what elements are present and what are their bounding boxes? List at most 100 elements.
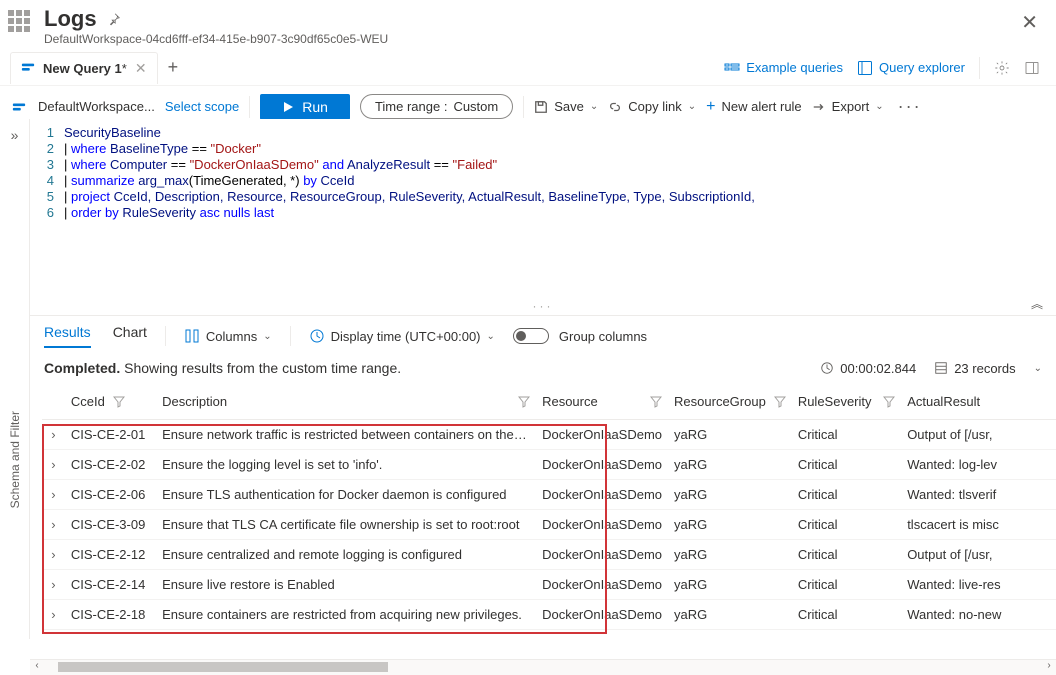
columns-button[interactable]: Columns⌄ xyxy=(184,328,272,344)
settings-icon[interactable] xyxy=(994,60,1010,76)
query-tab-active[interactable]: New Query 1* ✕ xyxy=(10,52,158,84)
filter-icon[interactable] xyxy=(883,396,895,408)
results-toolbar: Results Chart Columns⌄ Display time (UTC… xyxy=(30,315,1056,352)
filter-icon[interactable] xyxy=(650,396,662,408)
example-queries-link[interactable]: Example queries xyxy=(724,60,843,76)
export-button[interactable]: Export⌄ xyxy=(812,99,884,114)
scope-name: DefaultWorkspace... xyxy=(38,99,155,114)
th-resource[interactable]: Resource xyxy=(542,394,598,409)
pin-icon[interactable] xyxy=(107,12,121,26)
results-chevron-icon[interactable]: ⌄ xyxy=(1034,363,1042,374)
cell-resourcegroup: yaRG xyxy=(668,540,792,570)
query-editor[interactable]: 1SecurityBaseline 2| where BaselineType … xyxy=(30,119,1056,295)
cell-actualresult: Wanted: log-lev xyxy=(901,450,1056,480)
cell-resource: DockerOnIaaSDemo xyxy=(536,480,668,510)
cell-cceid: CIS-CE-2-12 xyxy=(65,540,156,570)
cell-resource: DockerOnIaaSDemo xyxy=(536,600,668,630)
horizontal-scrollbar[interactable]: ‹› xyxy=(30,659,1056,675)
cell-description: Ensure live restore is Enabled xyxy=(156,570,536,600)
results-tab[interactable]: Results xyxy=(44,324,91,348)
close-tab-icon[interactable]: ✕ xyxy=(135,60,147,77)
more-actions-button[interactable]: ··· xyxy=(894,96,926,117)
table-row[interactable]: ›CIS-CE-2-06Ensure TLS authentication fo… xyxy=(42,480,1056,510)
table-row[interactable]: ›CIS-CE-2-01Ensure network traffic is re… xyxy=(42,420,1056,450)
collapse-editor-icon[interactable]: ︽ xyxy=(1031,295,1046,312)
expand-row-icon[interactable]: › xyxy=(42,510,65,540)
add-tab-button[interactable]: + xyxy=(158,57,189,78)
cell-resourcegroup: yaRG xyxy=(668,450,792,480)
copy-link-button[interactable]: Copy link⌄ xyxy=(608,99,696,114)
elapsed-time: 00:00:02.844 xyxy=(840,361,916,376)
cell-cceid: CIS-CE-2-02 xyxy=(65,450,156,480)
cell-actualresult: Output of [/usr, xyxy=(901,420,1056,450)
close-icon[interactable]: ✕ xyxy=(1021,6,1044,35)
cell-cceid: CIS-CE-3-09 xyxy=(65,510,156,540)
resize-handle[interactable]: ··· ︽ xyxy=(30,295,1056,315)
display-time-picker[interactable]: Display time (UTC+00:00)⌄ xyxy=(309,328,495,344)
cell-resourcegroup: yaRG xyxy=(668,420,792,450)
results-table: CceId Description Resource ResourceGroup… xyxy=(42,384,1056,630)
cell-cceid: CIS-CE-2-06 xyxy=(65,480,156,510)
table-row[interactable]: ›CIS-CE-2-02Ensure the logging level is … xyxy=(42,450,1056,480)
expand-row-icon[interactable]: › xyxy=(42,600,65,630)
cell-ruleseverity: Critical xyxy=(792,510,901,540)
filter-icon[interactable] xyxy=(518,396,530,408)
expand-row-icon[interactable]: › xyxy=(42,540,65,570)
table-row[interactable]: ›CIS-CE-2-12Ensure centralized and remot… xyxy=(42,540,1056,570)
group-columns-label: Group columns xyxy=(559,329,647,344)
header-bar: Logs DefaultWorkspace-04cd6fff-ef34-415e… xyxy=(0,0,1056,50)
query-explorer-link[interactable]: Query explorer xyxy=(857,60,965,76)
cell-resource: DockerOnIaaSDemo xyxy=(536,570,668,600)
cell-resourcegroup: yaRG xyxy=(668,480,792,510)
cell-resourcegroup: yaRG xyxy=(668,570,792,600)
table-row[interactable]: ›CIS-CE-2-18Ensure containers are restri… xyxy=(42,600,1056,630)
th-cceid[interactable]: CceId xyxy=(71,394,105,409)
main-area: 1SecurityBaseline 2| where BaselineType … xyxy=(30,119,1056,675)
save-button[interactable]: Save⌄ xyxy=(534,99,598,114)
expand-row-icon[interactable]: › xyxy=(42,570,65,600)
sidebar-collapsed: » Schema and Filter xyxy=(0,119,30,639)
status-row: Completed. Showing results from the cust… xyxy=(30,352,1056,384)
expand-row-icon[interactable]: › xyxy=(42,420,65,450)
th-ruleseverity[interactable]: RuleSeverity xyxy=(798,394,872,409)
expand-sidebar-icon[interactable]: » xyxy=(0,119,29,151)
cell-resource: DockerOnIaaSDemo xyxy=(536,510,668,540)
cell-actualresult: Wanted: live-res xyxy=(901,570,1056,600)
page-title: Logs xyxy=(44,6,97,32)
filter-icon[interactable] xyxy=(774,396,786,408)
waffle-icon[interactable] xyxy=(8,10,36,38)
cell-description: Ensure the logging level is set to 'info… xyxy=(156,450,536,480)
select-scope-link[interactable]: Select scope xyxy=(165,99,239,114)
cell-description: Ensure network traffic is restricted bet… xyxy=(156,420,536,450)
new-alert-button[interactable]: +New alert rule xyxy=(706,99,802,115)
cell-actualresult: Output of [/usr, xyxy=(901,540,1056,570)
th-actualresult[interactable]: ActualResult xyxy=(907,394,980,409)
th-description[interactable]: Description xyxy=(162,394,227,409)
cell-resourcegroup: yaRG xyxy=(668,510,792,540)
table-row[interactable]: ›CIS-CE-3-09Ensure that TLS CA certifica… xyxy=(42,510,1056,540)
cell-ruleseverity: Critical xyxy=(792,540,901,570)
table-row[interactable]: ›CIS-CE-2-14Ensure live restore is Enabl… xyxy=(42,570,1056,600)
expand-row-icon[interactable]: › xyxy=(42,450,65,480)
run-button[interactable]: Run xyxy=(260,94,350,120)
cell-resource: DockerOnIaaSDemo xyxy=(536,420,668,450)
cell-description: Ensure TLS authentication for Docker dae… xyxy=(156,480,536,510)
filter-icon[interactable] xyxy=(113,396,125,408)
th-resourcegroup[interactable]: ResourceGroup xyxy=(674,394,766,409)
panel-icon[interactable] xyxy=(1024,60,1040,76)
cell-ruleseverity: Critical xyxy=(792,420,901,450)
cell-cceid: CIS-CE-2-01 xyxy=(65,420,156,450)
group-columns-toggle[interactable] xyxy=(513,328,549,344)
sidebar-label[interactable]: Schema and Filter xyxy=(8,411,22,508)
cell-resourcegroup: yaRG xyxy=(668,600,792,630)
expand-row-icon[interactable]: › xyxy=(42,480,65,510)
cell-description: Ensure containers are restricted from ac… xyxy=(156,600,536,630)
chart-tab[interactable]: Chart xyxy=(113,324,147,348)
record-count: 23 records xyxy=(954,361,1015,376)
time-range-picker[interactable]: Time range : Custom xyxy=(360,94,513,119)
cell-actualresult: Wanted: tlsverif xyxy=(901,480,1056,510)
cell-description: Ensure centralized and remote logging is… xyxy=(156,540,536,570)
cell-resource: DockerOnIaaSDemo xyxy=(536,450,668,480)
cell-ruleseverity: Critical xyxy=(792,600,901,630)
scope-icon xyxy=(10,100,28,114)
